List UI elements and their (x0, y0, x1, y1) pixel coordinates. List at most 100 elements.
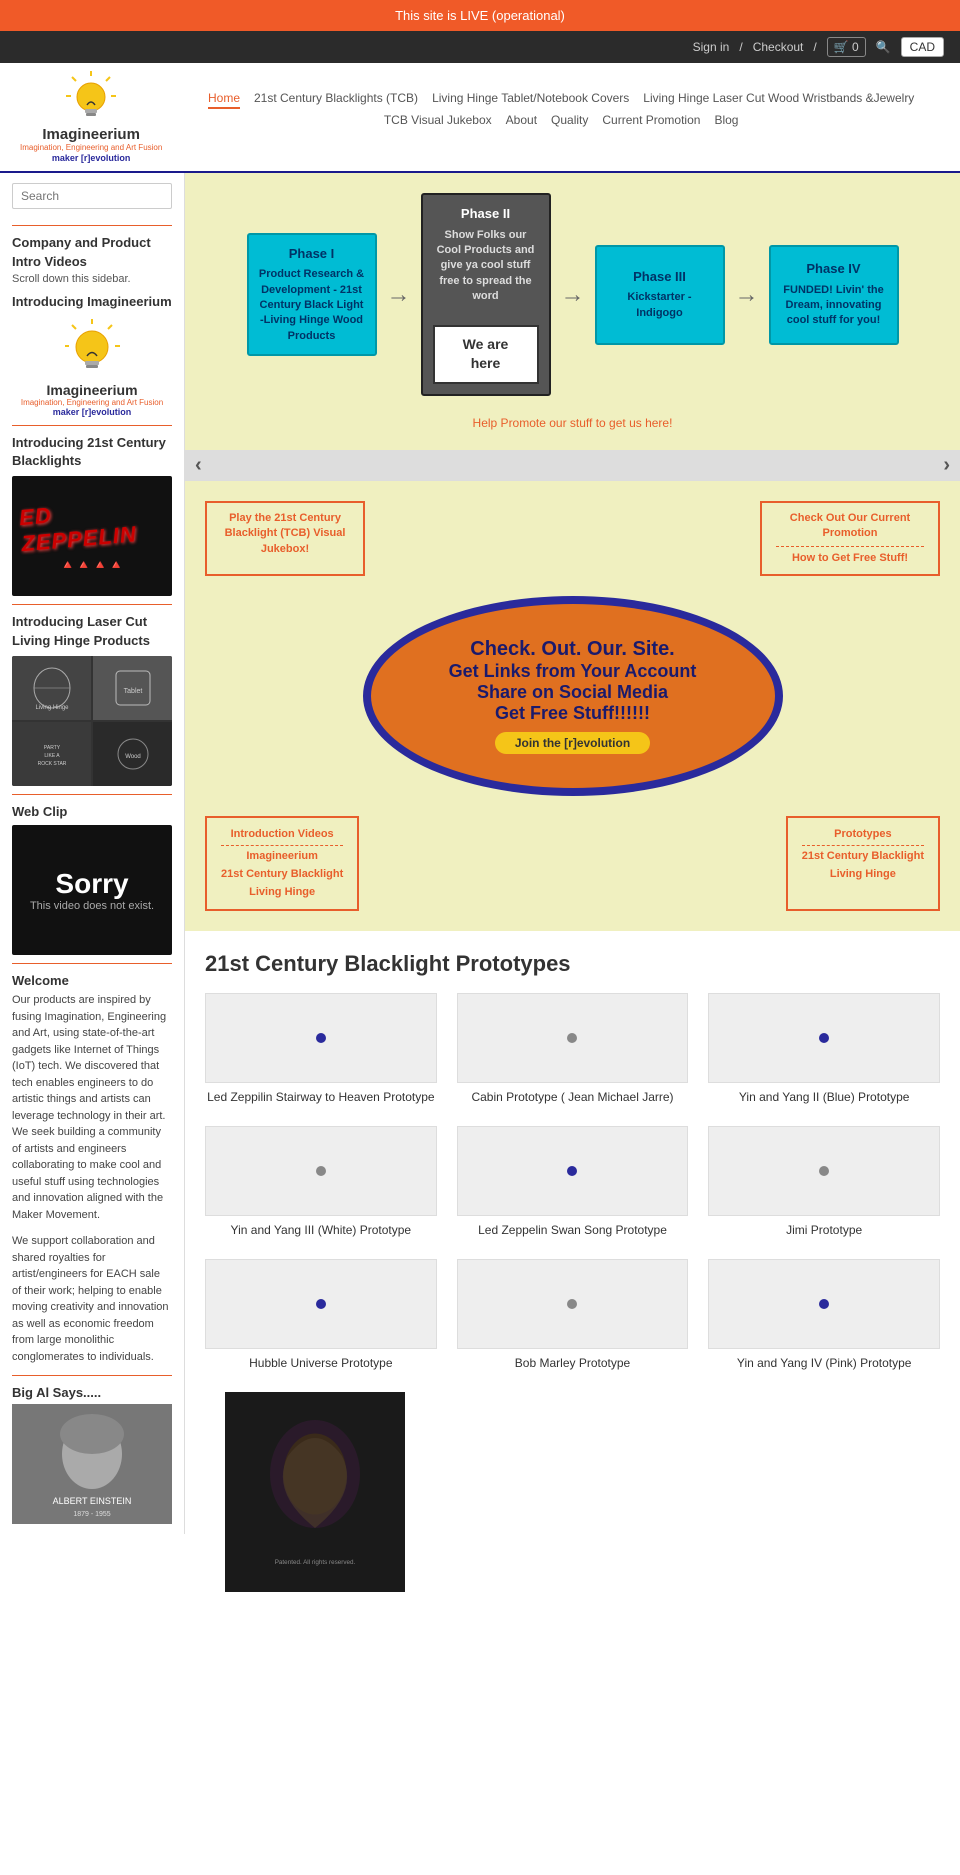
nav-quality[interactable]: Quality (551, 113, 588, 127)
banner-text: This site is LIVE (operational) (395, 8, 565, 23)
prototype-3-thumb (708, 993, 940, 1083)
prototypes-section: 21st Century Blacklight Prototypes Led Z… (185, 931, 960, 1631)
body-layout: Company and Product Intro Videos Scroll … (0, 173, 960, 1631)
slider-next[interactable]: › (943, 454, 950, 477)
prototype-8-thumb (457, 1259, 689, 1349)
prototype-8-label: Bob Marley Prototype (515, 1355, 630, 1372)
prototype-6-label: Jimi Prototype (786, 1222, 862, 1239)
prototype-3-label: Yin and Yang II (Blue) Prototype (739, 1089, 910, 1106)
scroll-hint: Scroll down this sidebar. (12, 273, 172, 285)
laser-thumbnail[interactable]: Living Hinge Tablet PARTY LIKE A ROCK ST… (12, 656, 172, 786)
prototypes-grid: Led Zeppilin Stairway to Heaven Prototyp… (205, 993, 940, 1371)
prototype-1-label: Led Zeppilin Stairway to Heaven Prototyp… (207, 1089, 434, 1106)
search-input[interactable] (12, 183, 172, 209)
prototype-4-label: Yin and Yang III (White) Prototype (231, 1222, 412, 1239)
svg-text:PARTY: PARTY (43, 745, 60, 751)
sidebar-logo: Imagineerium Imagination, Engineering an… (12, 319, 172, 417)
phase-1-box: Phase I Product Research & Development -… (247, 233, 377, 356)
currency-selector[interactable]: CAD (901, 37, 944, 57)
prototypes-btn[interactable]: Prototypes 21st Century Blacklight Livin… (786, 816, 940, 911)
prototype-6-thumb (708, 1126, 940, 1216)
web-clip-sorry-text: Sorry (55, 868, 128, 900)
slider-prev[interactable]: ‹ (195, 454, 202, 477)
introducing-imagineerium-title: Introducing Imagineerium (12, 293, 172, 311)
prototype-7[interactable]: Hubble Universe Prototype (205, 1259, 437, 1372)
company-section-title: Company and Product Intro Videos (12, 234, 172, 270)
sidebar-logo-bulb-icon (65, 319, 120, 382)
phase-arrow-1: → (387, 281, 411, 309)
prototype-7-thumb (205, 1259, 437, 1349)
sidebar-divider-5 (12, 963, 172, 964)
nav-jukebox[interactable]: TCB Visual Jukebox (384, 113, 492, 127)
promo-jukebox-btn[interactable]: Play the 21st Century Blacklight (TCB) V… (205, 501, 365, 576)
led-zeppelin-text: ED ZEPPELIN (18, 493, 166, 557)
prototype-2-thumb (457, 993, 689, 1083)
promo-current-btn[interactable]: Check Out Our Current Promotion How to G… (760, 501, 940, 576)
nav-blacklights[interactable]: 21st Century Blacklights (TCB) (254, 91, 418, 109)
cart-icon[interactable]: 🛒 0 (827, 37, 866, 57)
main-nav: Home 21st Century Blacklights (TCB) Livi… (182, 71, 940, 131)
intro-videos-btn[interactable]: Introduction Videos Imagineerium 21st Ce… (205, 816, 359, 911)
sign-in-link[interactable]: Sign in (693, 40, 730, 54)
main-content: Phase I Product Research & Development -… (185, 173, 960, 1631)
svg-text:LIKE A: LIKE A (44, 753, 60, 759)
sidebar-divider (12, 225, 172, 226)
prototype-5-thumb (457, 1126, 689, 1216)
prototype-8[interactable]: Bob Marley Prototype (457, 1259, 689, 1372)
phase-2-box: Phase II Show Folks our Cool Products an… (421, 193, 551, 395)
web-clip-section: Web Clip Sorry This video does not exist… (12, 803, 172, 955)
laser-grid: Living Hinge Tablet PARTY LIKE A ROCK ST… (12, 656, 172, 786)
nav-about[interactable]: About (506, 113, 537, 127)
prototype-6[interactable]: Jimi Prototype (708, 1126, 940, 1239)
blacklights-thumbnail[interactable]: ED ZEPPELIN 🔺🔺🔺🔺 (12, 476, 172, 596)
phase-4-box: Phase IV FUNDED! Livin' the Dream, innov… (769, 245, 899, 345)
help-promote-text: Help Promote our stuff to get us here! (205, 416, 940, 430)
nav-living-hinge-laser[interactable]: Living Hinge Laser Cut Wood Wristbands &… (643, 91, 914, 109)
join-revolution-btn[interactable]: Join the [r]evolution (495, 732, 650, 754)
phase-3-box: Phase III Kickstarter - Indigogo (595, 245, 725, 345)
prototype-1[interactable]: Led Zeppilin Stairway to Heaven Prototyp… (205, 993, 437, 1106)
web-clip-title: Web Clip (12, 803, 172, 821)
prototype-3[interactable]: Yin and Yang II (Blue) Prototype (708, 993, 940, 1106)
nav-area: Imagineerium Imagination, Engineering an… (0, 63, 960, 173)
prototypes-title: 21st Century Blacklight Prototypes (205, 951, 940, 977)
prototype-1-thumb (205, 993, 437, 1083)
phase-arrow-3: → (735, 281, 759, 309)
sidebar: Company and Product Intro Videos Scroll … (0, 173, 185, 1534)
nav-living-hinge-tablet[interactable]: Living Hinge Tablet/Notebook Covers (432, 91, 629, 109)
logo[interactable]: Imagineerium Imagination, Engineering an… (20, 71, 162, 163)
sidebar-divider-6 (12, 1375, 172, 1376)
introducing-blacklights-title: Introducing 21st Century Blacklights (12, 434, 172, 470)
lower-hero: Play the 21st Century Blacklight (TCB) V… (185, 481, 960, 932)
welcome-sidebar-text: Our products are inspired by fusing Imag… (12, 992, 172, 1223)
nav-row-1: Home 21st Century Blacklights (TCB) Livi… (208, 91, 914, 109)
bottom-promo-buttons: Introduction Videos Imagineerium 21st Ce… (205, 816, 940, 911)
nav-row-2: TCB Visual Jukebox About Quality Current… (384, 113, 739, 127)
prototype-9-thumb (708, 1259, 940, 1349)
prototype-9-label: Yin and Yang IV (Pink) Prototype (737, 1355, 912, 1372)
prototype-4[interactable]: Yin and Yang III (White) Prototype (205, 1126, 437, 1239)
nav-current-promotion[interactable]: Current Promotion (602, 113, 700, 127)
slider-divider: ‹ › (185, 450, 960, 481)
prototype-2[interactable]: Cabin Prototype ( Jean Michael Jarre) (457, 993, 689, 1106)
nav-blog[interactable]: Blog (714, 113, 738, 127)
prototype-5-label: Led Zeppelin Swan Song Prototype (478, 1222, 667, 1239)
prototype-9[interactable]: Yin and Yang IV (Pink) Prototype (708, 1259, 940, 1372)
hero-phase-diagram: Phase I Product Research & Development -… (185, 173, 960, 449)
prototype-4-thumb (205, 1126, 437, 1216)
featured-prototype[interactable]: Patented. All rights reserved. (205, 1392, 940, 1612)
prototype-5[interactable]: Led Zeppelin Swan Song Prototype (457, 1126, 689, 1239)
web-clip-box: Sorry This video does not exist. (12, 825, 172, 955)
svg-text:ALBERT EINSTEIN: ALBERT EINSTEIN (53, 1496, 132, 1506)
checkout-link[interactable]: Checkout (753, 40, 804, 54)
svg-text:ROCK STAR: ROCK STAR (37, 761, 66, 767)
nav-home[interactable]: Home (208, 91, 240, 109)
big-al-sidebar-title: Big Al Says..... (12, 1384, 172, 1402)
central-oval-wrapper: Check. Out. Our. Site. Get Links from Yo… (205, 596, 940, 796)
welcome-sidebar-text-2: We support collaboration and shared roya… (12, 1233, 172, 1365)
promo-buttons: Play the 21st Century Blacklight (TCB) V… (205, 501, 940, 576)
welcome-sidebar-title: Welcome (12, 972, 172, 990)
search-icon[interactable]: 🔍 (876, 40, 891, 54)
we-are-here-label: We are here (433, 325, 539, 384)
svg-text:Tablet: Tablet (123, 688, 142, 695)
